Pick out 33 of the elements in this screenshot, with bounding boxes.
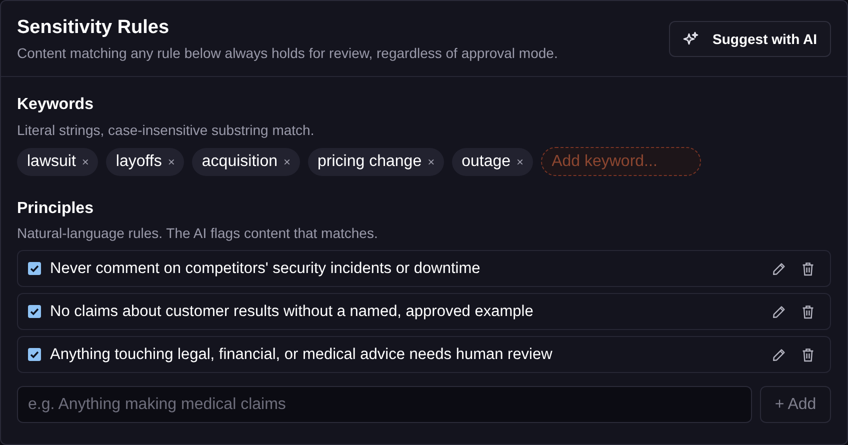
suggest-button[interactable]: Suggest with AI	[668, 21, 831, 57]
checkbox[interactable]	[28, 305, 41, 318]
edit-icon[interactable]	[772, 262, 786, 276]
panel-title: Sensitivity Rules	[17, 16, 170, 40]
section-description: Literal strings, case-insensitive substring match.	[17, 121, 316, 140]
delete-icon[interactable]	[802, 262, 814, 276]
sparkle-icon	[682, 31, 699, 47]
edit-icon[interactable]	[772, 304, 786, 318]
principle-text: No claims about customer results without a named, approved example	[50, 302, 534, 322]
keyword-label: acquisition	[202, 152, 278, 172]
principle-input-field[interactable]: e.g. Anything making medical claims	[17, 386, 752, 423]
panel-subtitle: Content matching any rule below always holds for review, regardless of approval mode.	[17, 44, 558, 63]
keyword-label: pricing change	[318, 152, 422, 172]
add-button[interactable]: + Add	[760, 386, 831, 423]
remove-button[interactable]: ×	[82, 156, 89, 168]
remove-button[interactable]: ×	[516, 156, 524, 168]
checkbox[interactable]	[28, 348, 41, 361]
remove-button[interactable]: ×	[168, 156, 175, 168]
principle-text: Never comment on competitors' security incidents or downtime	[50, 258, 482, 279]
section-description: Natural-language rules. The AI flags content that matches.	[17, 224, 379, 243]
remove-button[interactable]: ×	[284, 156, 291, 168]
delete-icon[interactable]	[802, 304, 814, 318]
keyword-label: outage	[462, 152, 511, 172]
keyword-label: lawsuit	[27, 152, 76, 172]
section-title: Principles	[17, 199, 94, 219]
edit-icon[interactable]	[772, 348, 786, 362]
checkbox[interactable]	[28, 262, 41, 275]
keyword-input-field[interactable]: Add keyword...	[540, 147, 701, 176]
delete-icon[interactable]	[802, 348, 814, 362]
principle-text: Anything touching legal, financial, or medical advice needs human review	[50, 344, 554, 365]
keyword-label: layoffs	[116, 152, 162, 172]
section-title: Keywords	[17, 95, 94, 115]
remove-button[interactable]: ×	[428, 156, 435, 168]
